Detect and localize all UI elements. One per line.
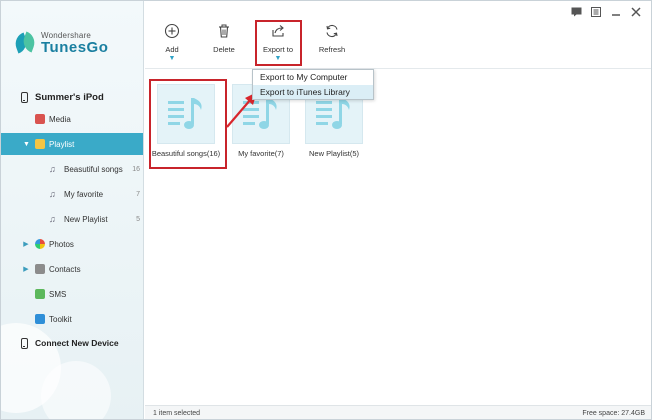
playlist-name: New Playlist <box>64 214 108 224</box>
contacts-icon <box>35 264 45 274</box>
app-window: Wondershare TunesGo Summer's iPod Media … <box>0 0 652 420</box>
free-space-status: Free space: 27.4GB <box>582 410 645 417</box>
caret-down-icon: ▼ <box>23 140 30 148</box>
sms-icon <box>35 289 45 299</box>
playlist-count: 5 <box>136 215 140 223</box>
connect-label: Connect New Device <box>35 338 119 348</box>
playlist-thumbnail <box>157 84 215 144</box>
sidebar-item-label: Media <box>49 114 71 124</box>
tunesgo-logo-icon <box>12 31 38 55</box>
menu-item-export-to-itunes[interactable]: Export to iTunes Library <box>253 84 373 99</box>
selection-status: 1 item selected <box>153 410 201 417</box>
chevron-down-icon: ▼ <box>168 55 176 62</box>
ipod-icon <box>21 337 28 349</box>
app-logo: Wondershare TunesGo <box>12 31 109 56</box>
sidebar-item-playlist[interactable]: ▼ Playlist <box>1 133 143 155</box>
sidebar-playlist-item[interactable]: ♫ Beasutiful songs 16 <box>1 158 143 180</box>
close-icon[interactable] <box>631 7 641 17</box>
device-name: Summer's iPod <box>35 91 104 103</box>
refresh-icon <box>326 24 338 38</box>
music-playlist-icon <box>168 98 202 129</box>
music-note-icon: ♫ <box>49 164 56 174</box>
playlist-icon <box>35 139 45 149</box>
sidebar-item-label: Toolkit <box>49 314 72 324</box>
ipod-icon <box>21 91 28 103</box>
menu-icon[interactable] <box>591 7 601 17</box>
caret-right-icon: ▶ <box>23 241 29 248</box>
caret-right-icon: ▶ <box>23 266 29 273</box>
music-note-icon: ♫ <box>49 189 56 199</box>
connect-new-device[interactable]: Connect New Device <box>1 333 143 353</box>
music-note-icon: ♫ <box>49 214 56 224</box>
toolkit-icon <box>35 314 45 324</box>
sidebar-item-label: SMS <box>49 289 67 299</box>
add-button[interactable]: Add ▼ <box>149 23 195 62</box>
playlist-name: Beasutiful songs <box>64 164 123 174</box>
product-name: TunesGo <box>41 38 109 56</box>
add-label: Add <box>165 45 179 54</box>
refresh-label: Refresh <box>318 45 346 54</box>
status-bar: 1 item selected Free space: 27.4GB <box>145 405 651 419</box>
playlist-count: 16 <box>132 165 140 173</box>
sidebar-item-photos[interactable]: ▶ Photos <box>1 233 143 255</box>
playlist-card[interactable]: Beasutiful songs(16) <box>149 79 227 169</box>
refresh-button[interactable]: Refresh <box>309 23 355 54</box>
add-icon <box>164 23 180 39</box>
toolbar: Add ▼ Delete Export to ▼ Refresh <box>145 1 651 69</box>
playlist-card-label: New Playlist(5) <box>308 149 359 158</box>
delete-button[interactable]: Delete <box>201 23 247 54</box>
sidebar-playlist-item[interactable]: ♫ New Playlist 5 <box>1 208 143 230</box>
sidebar: Wondershare TunesGo Summer's iPod Media … <box>1 1 144 419</box>
sidebar-item-toolkit[interactable]: Toolkit <box>1 308 143 330</box>
decorative-bubble <box>41 361 111 419</box>
device-item[interactable]: Summer's iPod <box>1 87 143 107</box>
sidebar-item-sms[interactable]: SMS <box>1 283 143 305</box>
export-highlight-box <box>255 20 302 66</box>
sidebar-item-label: Contacts <box>49 264 81 274</box>
playlist-name: My favorite <box>64 189 104 199</box>
minimize-icon[interactable] <box>611 7 621 17</box>
export-menu: Export to My Computer Export to iTunes L… <box>252 69 374 100</box>
trash-icon <box>219 24 229 38</box>
playlist-card-label: My favorite(7) <box>238 149 284 158</box>
photos-icon <box>35 239 45 249</box>
sidebar-item-label: Playlist <box>49 139 75 149</box>
message-icon[interactable] <box>571 7 582 17</box>
media-icon <box>35 114 45 124</box>
menu-item-export-to-computer[interactable]: Export to My Computer <box>253 70 373 85</box>
sidebar-item-media[interactable]: Media <box>1 108 143 130</box>
playlist-count: 7 <box>136 190 140 198</box>
sidebar-playlist-item[interactable]: ♫ My favorite 7 <box>1 183 143 205</box>
delete-label: Delete <box>213 45 235 54</box>
sidebar-item-label: Photos <box>49 239 74 249</box>
sidebar-item-contacts[interactable]: ▶ Contacts <box>1 258 143 280</box>
